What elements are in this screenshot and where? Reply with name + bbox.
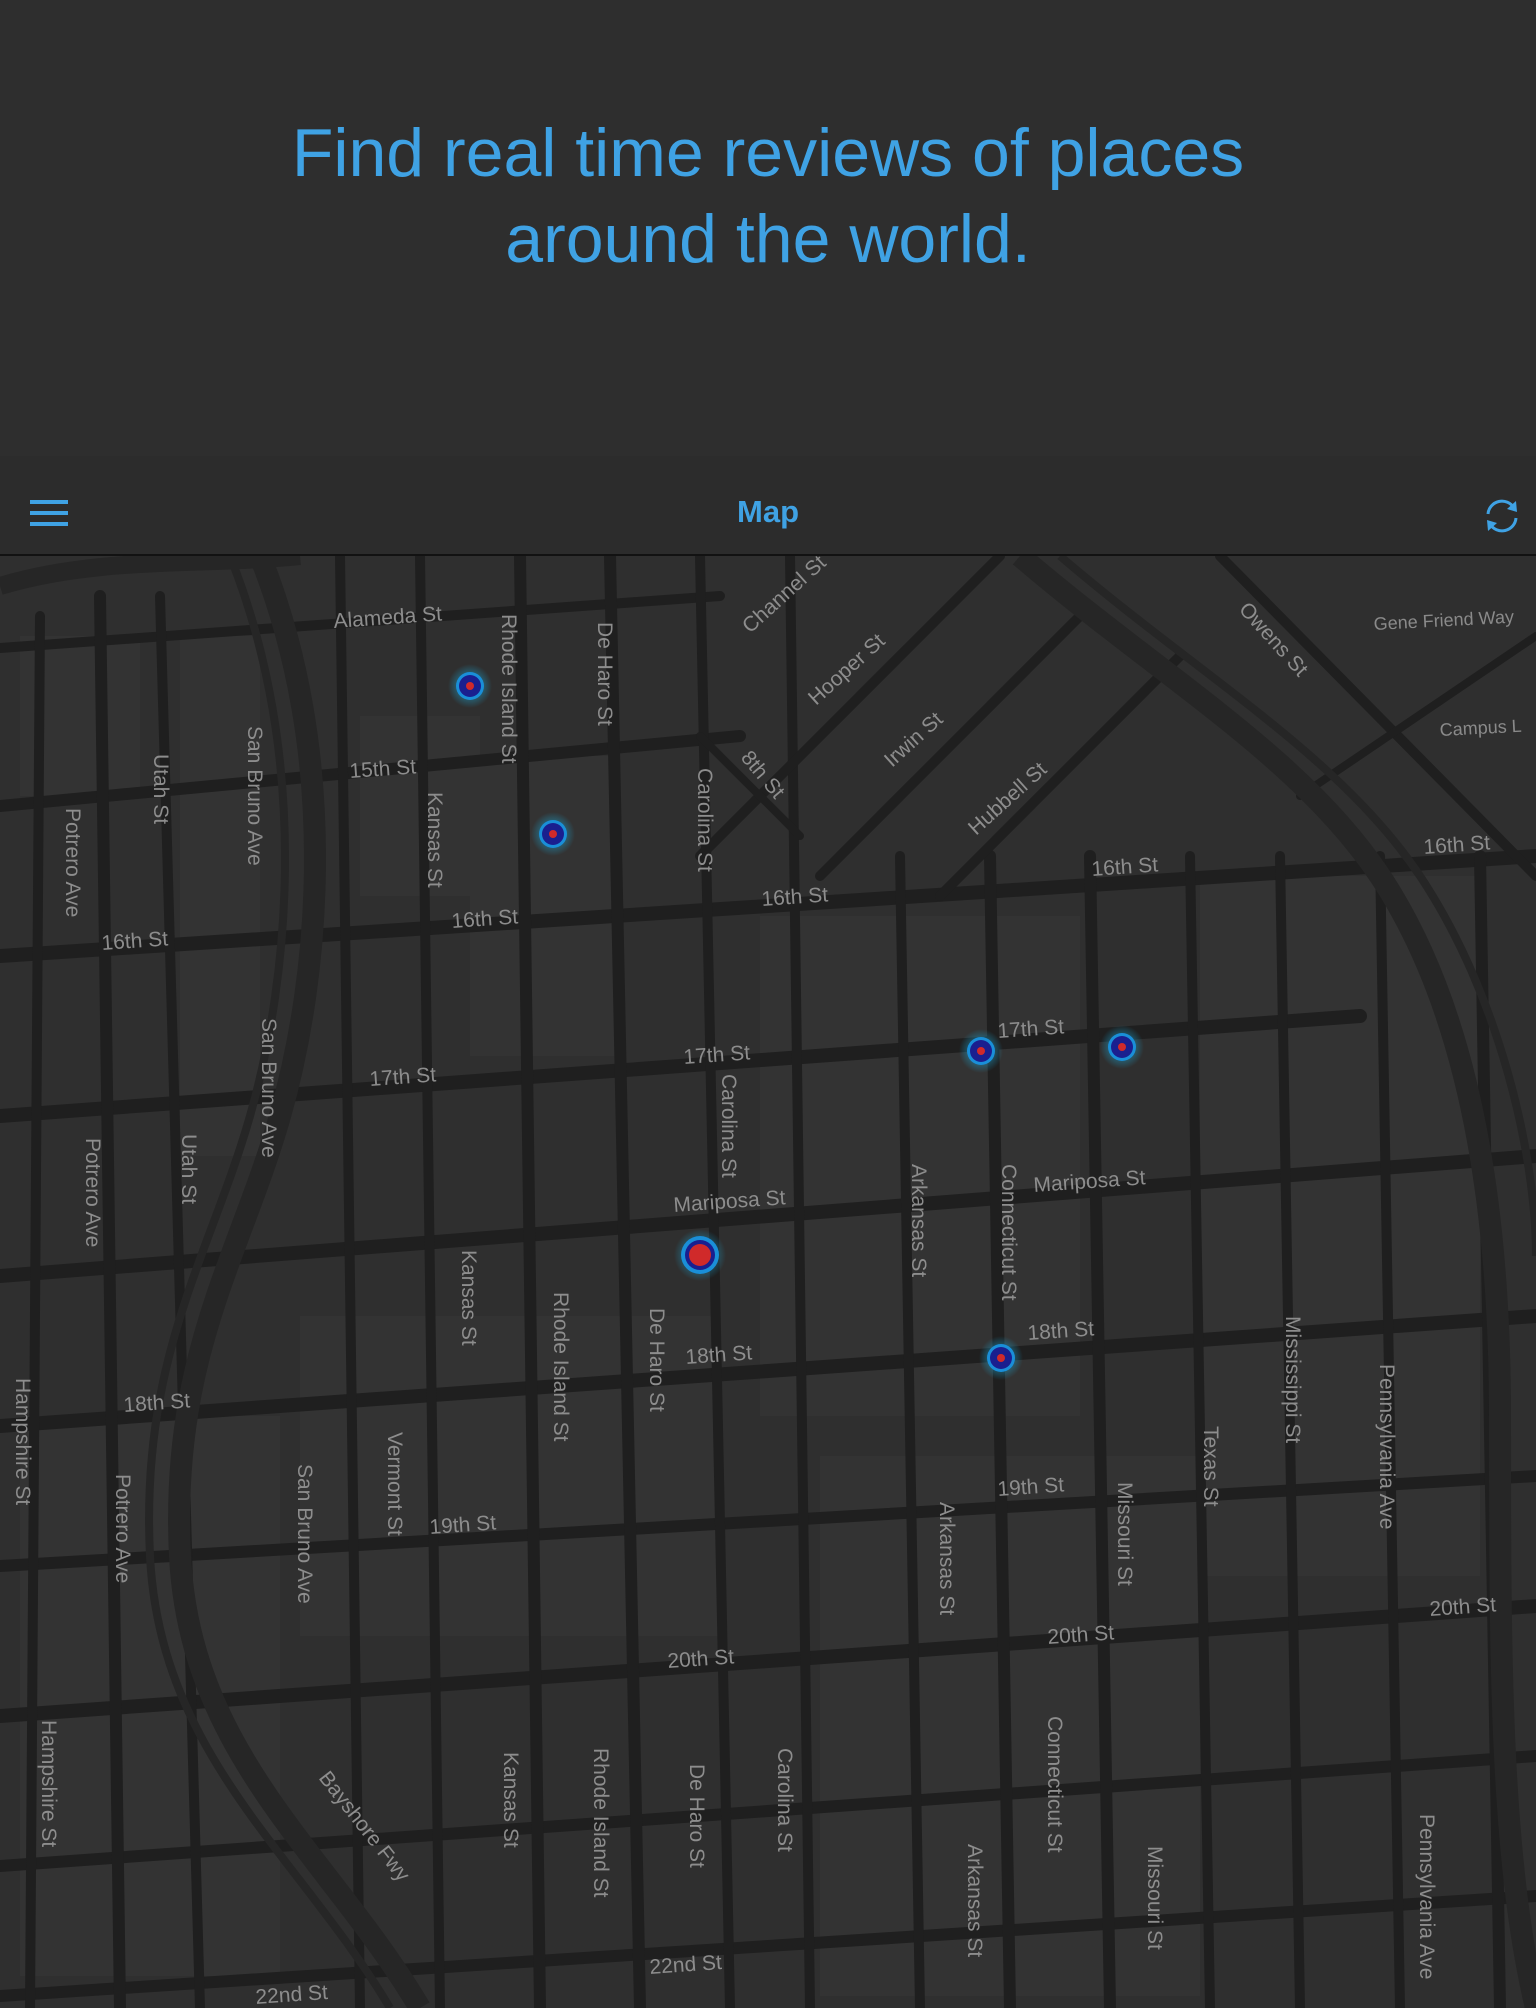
street-label: Kansas St xyxy=(499,1752,522,1848)
promo-text-line2: around the world. xyxy=(505,201,1031,277)
street-label: 17th St xyxy=(997,1015,1065,1043)
street-label: Vermont St xyxy=(383,1432,406,1536)
street-label: Utah St xyxy=(177,1134,200,1204)
map-view[interactable]: Alameda St Rhode Island St De Haro St Ch… xyxy=(0,556,1536,2008)
street-label: Arkansas St xyxy=(935,1502,958,1615)
review-pin[interactable] xyxy=(1100,1025,1144,1069)
street-label: Mississippi St xyxy=(1281,1316,1304,1443)
street-label: 15th St xyxy=(349,755,417,783)
street-label: San Bruno Ave xyxy=(293,1464,316,1604)
street-label: Arkansas St xyxy=(963,1844,986,1957)
street-label: Connecticut St xyxy=(1043,1716,1066,1853)
street-label: 16th St xyxy=(1091,853,1159,881)
street-label: 20th St xyxy=(1429,1593,1497,1621)
street-label: Rhode Island St xyxy=(589,1748,612,1898)
street-label: 18th St xyxy=(1027,1317,1095,1345)
street-label: Missouri St xyxy=(1113,1482,1136,1586)
review-pin[interactable] xyxy=(531,812,575,856)
review-pin[interactable] xyxy=(674,1229,726,1281)
street-label: Rhode Island St xyxy=(497,614,520,764)
street-label: Carolina St xyxy=(773,1748,796,1852)
street-label: 17th St xyxy=(369,1063,437,1091)
map-canvas[interactable]: Alameda St Rhode Island St De Haro St Ch… xyxy=(0,556,1536,2008)
street-label: 16th St xyxy=(761,883,829,911)
street-label: Potrero Ave xyxy=(61,808,84,917)
street-label: De Haro St xyxy=(645,1308,668,1412)
street-label: Missouri St xyxy=(1143,1846,1166,1950)
street-label: Potrero Ave xyxy=(111,1474,134,1583)
street-label: De Haro St xyxy=(593,622,616,726)
street-label: 22nd St xyxy=(255,1981,329,2008)
promo-text-line1: Find real time reviews of places xyxy=(291,115,1245,191)
street-label: Hampshire St xyxy=(11,1378,34,1505)
street-label: 16th St xyxy=(1423,831,1491,859)
street-label: 16th St xyxy=(451,905,519,933)
street-label: 20th St xyxy=(667,1645,735,1673)
street-label: San Bruno Ave xyxy=(257,1018,280,1158)
street-label: Potrero Ave xyxy=(81,1138,104,1247)
page-title: Map xyxy=(737,494,799,529)
review-pin[interactable] xyxy=(959,1029,1003,1073)
street-label: Pennsylvania Ave xyxy=(1375,1364,1398,1529)
street-label: 18th St xyxy=(685,1341,753,1369)
promo-banner: Find real time reviews of places around … xyxy=(0,0,1536,456)
street-label: Texas St xyxy=(1199,1426,1222,1507)
street-label: De Haro St xyxy=(685,1764,708,1868)
street-label: Pennsylvania Ave xyxy=(1415,1814,1438,1979)
refresh-icon xyxy=(1486,499,1518,533)
street-label: Carolina St xyxy=(693,768,716,872)
refresh-button[interactable] xyxy=(1478,492,1526,540)
street-label: Arkansas St xyxy=(907,1164,930,1277)
street-label: 18th St xyxy=(123,1389,191,1417)
street-label: Rhode Island St xyxy=(549,1292,572,1442)
street-label: Carolina St xyxy=(717,1074,740,1178)
street-label: Hampshire St xyxy=(37,1720,60,1847)
street-label: 19th St xyxy=(997,1473,1065,1501)
review-pin[interactable] xyxy=(979,1336,1023,1380)
street-label: Kansas St xyxy=(423,792,446,888)
street-label: Connecticut St xyxy=(997,1164,1020,1301)
street-label: San Bruno Ave xyxy=(243,726,266,866)
street-label: Utah St xyxy=(149,754,172,824)
street-label: Kansas St xyxy=(457,1250,480,1346)
street-label: 20th St xyxy=(1047,1621,1115,1649)
review-pin[interactable] xyxy=(448,664,492,708)
street-label: 17th St xyxy=(683,1041,751,1069)
navigation-bar: Map xyxy=(0,456,1536,556)
promo-text: Find real time reviews of places around … xyxy=(0,110,1536,282)
street-label: 19th St xyxy=(429,1511,497,1539)
street-label: 16th St xyxy=(101,927,169,955)
